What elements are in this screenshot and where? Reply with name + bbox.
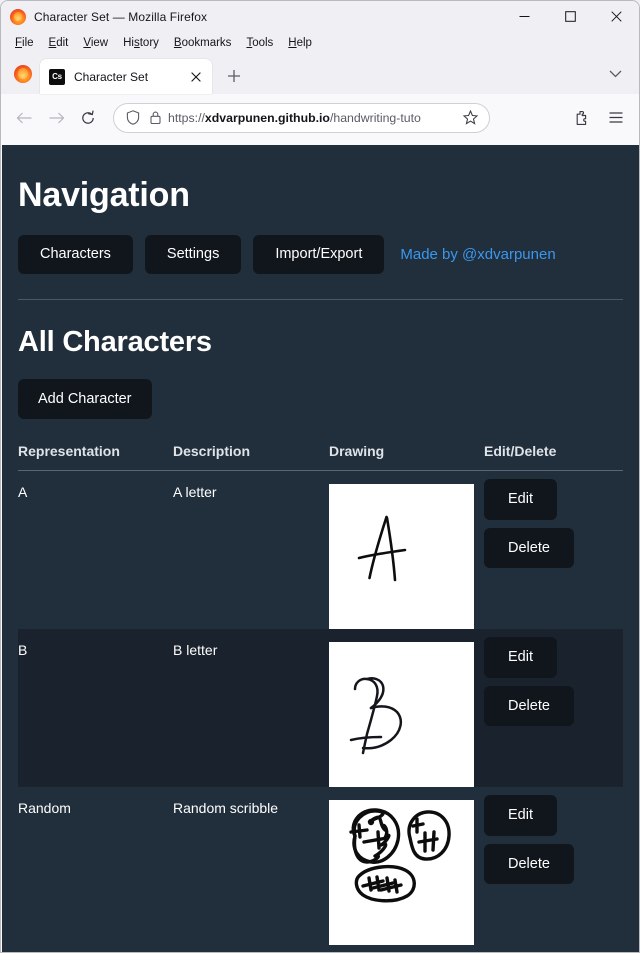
nav-button-characters[interactable]: Characters	[18, 235, 133, 274]
delete-button[interactable]: Delete	[484, 527, 574, 569]
drawing-canvas-b	[329, 642, 474, 788]
section-heading: All Characters	[18, 325, 212, 358]
cell-description: B letter	[173, 629, 329, 788]
cell-representation: B	[18, 629, 173, 788]
menu-file[interactable]: File	[8, 35, 41, 51]
firefox-logo-icon	[10, 8, 26, 25]
firefox-window: Character Set — Mozilla Firefox File Edi…	[0, 0, 640, 953]
tab-title: Character Set	[74, 69, 149, 84]
cell-actions: Edit Delete	[484, 471, 623, 630]
nav-button-settings[interactable]: Settings	[144, 235, 242, 274]
tab-character-set[interactable]: Cs Character Set	[40, 59, 212, 94]
drawing-canvas-scribble	[329, 800, 474, 946]
section-divider	[18, 298, 623, 300]
cell-drawing	[329, 629, 484, 788]
menu-tools[interactable]: Tools	[239, 35, 280, 51]
made-by-link[interactable]: Made by @xdvarpunen	[400, 246, 555, 263]
firefox-account-icon[interactable]	[14, 65, 32, 83]
menu-edit[interactable]: Edit	[42, 35, 76, 51]
tab-list-chevron-icon[interactable]	[605, 64, 625, 84]
menu-tools-rest: ools	[252, 36, 274, 49]
column-header-drawing: Drawing	[329, 443, 484, 472]
menu-view-rest: iew	[90, 36, 109, 49]
menu-bookmarks[interactable]: Bookmarks	[167, 35, 239, 51]
menu-view[interactable]: View	[76, 35, 115, 51]
edit-button[interactable]: Edit	[484, 795, 557, 836]
url-bar[interactable]: https://xdvarpunen.github.io/handwriting…	[113, 102, 490, 133]
drawing-canvas-a	[329, 484, 474, 630]
window-title-bar: Character Set — Mozilla Firefox	[1, 1, 639, 32]
forward-icon[interactable]	[40, 102, 72, 134]
shield-icon[interactable]	[122, 107, 144, 129]
cell-actions: Edit Delete	[484, 629, 623, 788]
cell-drawing	[329, 471, 484, 630]
close-icon[interactable]	[593, 1, 639, 32]
new-tab-button[interactable]	[220, 62, 248, 90]
app-menu-icon[interactable]	[600, 102, 632, 134]
table-row: B B letter Edit Delete	[18, 629, 623, 788]
add-character-button[interactable]: Add Character	[18, 378, 152, 420]
page-title: Navigation	[18, 176, 190, 214]
lock-icon[interactable]	[144, 107, 166, 129]
edit-button[interactable]: Edit	[484, 479, 557, 520]
page-container: Navigation Characters Settings Import/Ex…	[2, 145, 639, 946]
toolbar-right-group	[566, 102, 632, 134]
maximize-icon[interactable]	[547, 1, 593, 32]
menu-bar: File Edit View History Bookmarks Tools H…	[1, 32, 639, 53]
url-text[interactable]: https://xdvarpunen.github.io/handwriting…	[168, 111, 459, 125]
cell-description: A letter	[173, 484, 217, 501]
menu-help-rest: elp	[296, 36, 312, 49]
table-row: A A letter Edit Delete	[18, 471, 623, 630]
column-header-edit-delete: Edit/Delete	[484, 443, 623, 472]
menu-file-rest: ile	[22, 36, 34, 49]
add-character-wrap: Add Character	[18, 378, 623, 420]
characters-table: Representation Description Drawing Edit/…	[18, 443, 623, 946]
navigation-toolbar: https://xdvarpunen.github.io/handwriting…	[1, 94, 639, 141]
delete-button[interactable]: Delete	[484, 685, 574, 727]
table-header-row: Representation Description Drawing Edit/…	[18, 443, 623, 472]
cell-description: Random scribble	[173, 800, 279, 817]
window-controls	[501, 1, 639, 32]
column-header-description: Description	[173, 443, 329, 472]
minimize-icon[interactable]	[501, 1, 547, 32]
reload-icon[interactable]	[72, 102, 104, 134]
cell-drawing	[329, 787, 484, 946]
cell-representation: Random	[18, 800, 71, 817]
edit-button[interactable]: Edit	[484, 637, 557, 678]
nav-button-row: Characters Settings Import/Export Made b…	[18, 235, 623, 274]
menu-edit-rest: dit	[56, 36, 69, 49]
cell-representation: A	[18, 484, 28, 501]
back-icon[interactable]	[8, 102, 40, 134]
web-page-content: Navigation Characters Settings Import/Ex…	[2, 145, 639, 952]
bookmark-star-icon[interactable]	[459, 107, 481, 129]
table-row: Random Random scribble Edit Delete	[18, 787, 623, 946]
favicon-icon: Cs	[49, 68, 65, 85]
tab-strip: Cs Character Set	[1, 53, 639, 94]
window-title: Character Set — Mozilla Firefox	[34, 9, 208, 24]
table-body: A A letter Edit Delete B B letter Edit D…	[18, 471, 623, 946]
tab-close-icon[interactable]	[186, 67, 206, 87]
url-scheme: https://	[168, 110, 205, 125]
url-path: /handwriting-tuto	[329, 110, 421, 125]
cell-actions: Edit Delete	[484, 787, 623, 945]
menu-help[interactable]: Help	[281, 35, 319, 51]
url-host: xdvarpunen.github.io	[204, 110, 330, 125]
column-header-representation: Representation	[18, 443, 173, 472]
delete-button[interactable]: Delete	[484, 843, 574, 885]
menu-history[interactable]: History	[116, 35, 166, 51]
menu-bookmarks-rest: ookmarks	[181, 36, 232, 49]
nav-button-import-export[interactable]: Import/Export	[253, 235, 385, 274]
table-head: Representation Description Drawing Edit/…	[18, 443, 623, 472]
extensions-icon[interactable]	[566, 102, 598, 134]
